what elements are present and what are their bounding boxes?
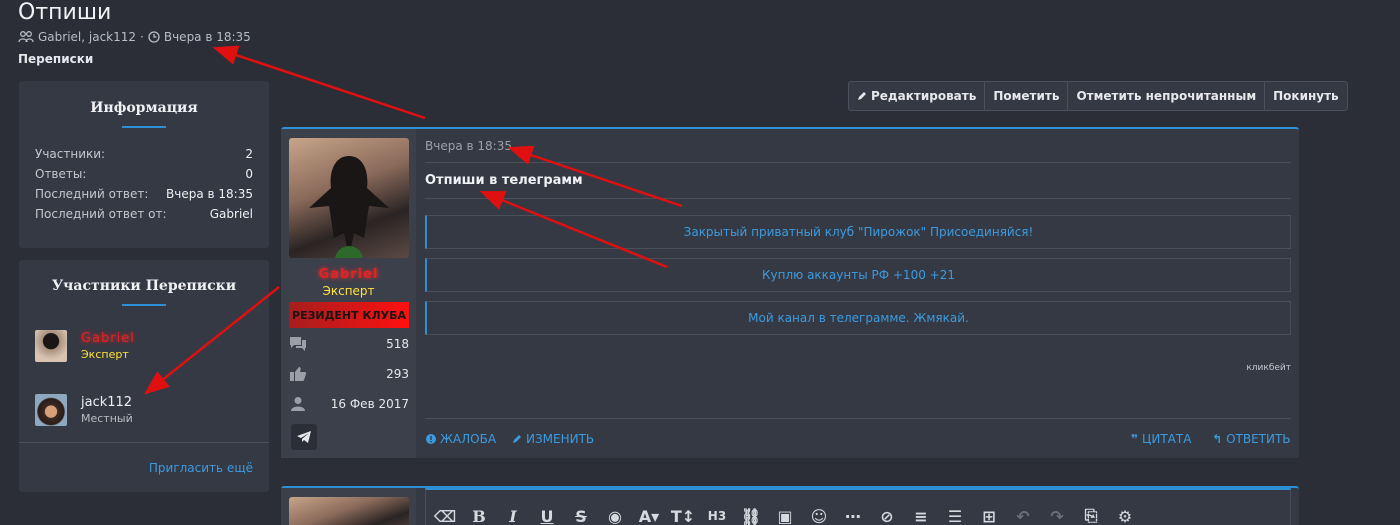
annotation-arrow bbox=[507, 145, 683, 208]
annotation-arrow bbox=[144, 286, 280, 395]
annotation-arrows bbox=[144, 45, 683, 395]
annotation-arrow bbox=[212, 45, 426, 120]
annotation-arrow bbox=[479, 190, 668, 269]
